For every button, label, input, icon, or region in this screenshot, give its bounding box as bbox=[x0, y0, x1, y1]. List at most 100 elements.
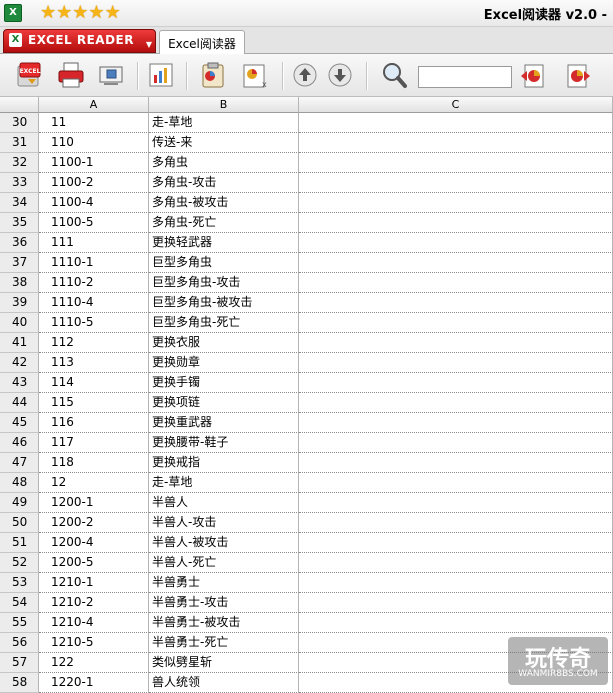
table-row[interactable]: 30 11 走-草地 bbox=[0, 113, 613, 133]
row-number[interactable]: 47 bbox=[0, 453, 39, 473]
cell-b[interactable]: 传送-来 bbox=[149, 133, 299, 153]
star-icon[interactable]: ★ bbox=[40, 3, 56, 23]
table-row[interactable]: 35 1100-5 多角虫-死亡 bbox=[0, 213, 613, 233]
cell-b[interactable]: 更换项链 bbox=[149, 393, 299, 413]
table-row[interactable]: 33 1100-2 多角虫-攻击 bbox=[0, 173, 613, 193]
cell-a[interactable]: 1100-2 bbox=[39, 173, 149, 193]
cell-b[interactable]: 更换衣服 bbox=[149, 333, 299, 353]
row-number[interactable]: 53 bbox=[0, 573, 39, 593]
cell-a[interactable]: 116 bbox=[39, 413, 149, 433]
down-arrow-icon[interactable] bbox=[325, 60, 355, 90]
export-chart-icon[interactable]: x bbox=[240, 60, 270, 90]
cell-a[interactable]: 1210-5 bbox=[39, 633, 149, 653]
prev-chart-icon[interactable] bbox=[519, 60, 549, 90]
clipboard-chart-icon[interactable] bbox=[198, 60, 228, 90]
row-number[interactable]: 39 bbox=[0, 293, 39, 313]
cell-c[interactable] bbox=[299, 533, 613, 553]
cell-c[interactable] bbox=[299, 513, 613, 533]
table-row[interactable]: 54 1210-2 半兽勇士-攻击 bbox=[0, 593, 613, 613]
cell-a[interactable]: 1220-1 bbox=[39, 673, 149, 693]
cell-a[interactable]: 1200-1 bbox=[39, 493, 149, 513]
cell-b[interactable]: 半兽勇士-攻击 bbox=[149, 593, 299, 613]
table-row[interactable]: 32 1100-1 多角虫 bbox=[0, 153, 613, 173]
cell-c[interactable] bbox=[299, 473, 613, 493]
cell-c[interactable] bbox=[299, 293, 613, 313]
cell-b[interactable]: 半兽勇士-被攻击 bbox=[149, 613, 299, 633]
cell-a[interactable]: 1200-4 bbox=[39, 533, 149, 553]
cell-b[interactable]: 半兽人 bbox=[149, 493, 299, 513]
cell-b[interactable]: 更换轻武器 bbox=[149, 233, 299, 253]
cell-c[interactable] bbox=[299, 173, 613, 193]
row-number[interactable]: 58 bbox=[0, 673, 39, 693]
row-number[interactable]: 34 bbox=[0, 193, 39, 213]
cell-b[interactable]: 多角虫-攻击 bbox=[149, 173, 299, 193]
cell-b[interactable]: 走-草地 bbox=[149, 113, 299, 133]
table-row[interactable]: 47 118 更换戒指 bbox=[0, 453, 613, 473]
cell-b[interactable]: 半兽人-死亡 bbox=[149, 553, 299, 573]
star-icon[interactable]: ★ bbox=[88, 3, 104, 23]
cell-a[interactable]: 1110-1 bbox=[39, 253, 149, 273]
row-number[interactable]: 42 bbox=[0, 353, 39, 373]
excel-reader-menu-button[interactable]: X EXCEL READER ▼ bbox=[3, 29, 156, 53]
screen-icon[interactable] bbox=[96, 60, 126, 90]
excel-open-icon[interactable]: EXCEL bbox=[14, 60, 44, 90]
cell-a[interactable]: 1110-4 bbox=[39, 293, 149, 313]
table-row[interactable]: 36 111 更换轻武器 bbox=[0, 233, 613, 253]
search-input[interactable] bbox=[418, 66, 512, 88]
row-number[interactable]: 31 bbox=[0, 133, 39, 153]
row-number[interactable]: 32 bbox=[0, 153, 39, 173]
cell-a[interactable]: 114 bbox=[39, 373, 149, 393]
table-row[interactable]: 39 1110-4 巨型多角虫-被攻击 bbox=[0, 293, 613, 313]
cell-b[interactable]: 巨型多角虫-攻击 bbox=[149, 273, 299, 293]
cell-b[interactable]: 类似劈星斩 bbox=[149, 653, 299, 673]
cell-b[interactable]: 多角虫-死亡 bbox=[149, 213, 299, 233]
table-row[interactable]: 42 113 更换勋章 bbox=[0, 353, 613, 373]
table-row[interactable]: 34 1100-4 多角虫-被攻击 bbox=[0, 193, 613, 213]
row-number[interactable]: 57 bbox=[0, 653, 39, 673]
cell-a[interactable]: 1210-2 bbox=[39, 593, 149, 613]
row-number[interactable]: 38 bbox=[0, 273, 39, 293]
cell-a[interactable]: 1210-1 bbox=[39, 573, 149, 593]
table-row[interactable]: 45 116 更换重武器 bbox=[0, 413, 613, 433]
cell-c[interactable] bbox=[299, 333, 613, 353]
cell-c[interactable] bbox=[299, 193, 613, 213]
cell-b[interactable]: 半兽勇士 bbox=[149, 573, 299, 593]
cell-c[interactable] bbox=[299, 233, 613, 253]
cell-c[interactable] bbox=[299, 133, 613, 153]
row-number[interactable]: 44 bbox=[0, 393, 39, 413]
cell-c[interactable] bbox=[299, 113, 613, 133]
cell-a[interactable]: 113 bbox=[39, 353, 149, 373]
table-row[interactable]: 40 1110-5 巨型多角虫-死亡 bbox=[0, 313, 613, 333]
print-icon[interactable] bbox=[56, 60, 86, 90]
cell-a[interactable]: 111 bbox=[39, 233, 149, 253]
cell-a[interactable]: 1110-2 bbox=[39, 273, 149, 293]
table-row[interactable]: 51 1200-4 半兽人-被攻击 bbox=[0, 533, 613, 553]
corner-header[interactable] bbox=[0, 97, 39, 113]
star-icon[interactable]: ★ bbox=[105, 3, 121, 23]
cell-b[interactable]: 更换勋章 bbox=[149, 353, 299, 373]
table-row[interactable]: 44 115 更换项链 bbox=[0, 393, 613, 413]
row-number[interactable]: 48 bbox=[0, 473, 39, 493]
cell-a[interactable]: 1100-1 bbox=[39, 153, 149, 173]
cell-b[interactable]: 更换手镯 bbox=[149, 373, 299, 393]
cell-c[interactable] bbox=[299, 433, 613, 453]
cell-b[interactable]: 巨型多角虫 bbox=[149, 253, 299, 273]
row-number[interactable]: 36 bbox=[0, 233, 39, 253]
cell-b[interactable]: 巨型多角虫-死亡 bbox=[149, 313, 299, 333]
table-row[interactable]: 41 112 更换衣服 bbox=[0, 333, 613, 353]
table-row[interactable]: 46 117 更换腰带-鞋子 bbox=[0, 433, 613, 453]
star-icon[interactable]: ★ bbox=[72, 3, 88, 23]
magnifier-icon[interactable] bbox=[379, 60, 409, 90]
table-row[interactable]: 53 1210-1 半兽勇士 bbox=[0, 573, 613, 593]
table-row[interactable]: 38 1110-2 巨型多角虫-攻击 bbox=[0, 273, 613, 293]
cell-c[interactable] bbox=[299, 593, 613, 613]
cell-a[interactable]: 115 bbox=[39, 393, 149, 413]
row-number[interactable]: 30 bbox=[0, 113, 39, 133]
cell-b[interactable]: 半兽人-攻击 bbox=[149, 513, 299, 533]
row-number[interactable]: 55 bbox=[0, 613, 39, 633]
cell-a[interactable]: 110 bbox=[39, 133, 149, 153]
chart-icon[interactable] bbox=[146, 60, 176, 90]
cell-c[interactable] bbox=[299, 413, 613, 433]
cell-a[interactable]: 117 bbox=[39, 433, 149, 453]
table-row[interactable]: 50 1200-2 半兽人-攻击 bbox=[0, 513, 613, 533]
